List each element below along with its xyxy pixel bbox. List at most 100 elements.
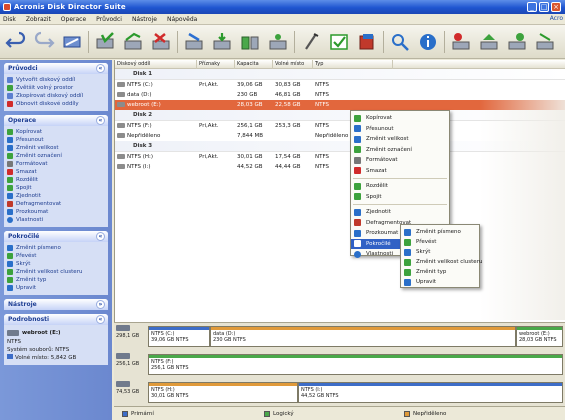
sidebar-item-convert[interactable]: Převést (7, 252, 105, 260)
panel-header[interactable]: Průvodci « (4, 63, 108, 74)
ctx-unify[interactable]: Zjednotit (351, 207, 449, 218)
sub-change-letter[interactable]: Změnit písmeno (401, 227, 479, 237)
settings-icon[interactable] (505, 30, 529, 54)
menu-zobrazit[interactable]: Zobrazit (26, 16, 51, 23)
partition-block[interactable]: NTFS (F:) 256,1 GB NTFS (148, 354, 563, 375)
sidebar-item-merge[interactable]: Spojit (7, 184, 105, 192)
partition-block[interactable]: NTFS (H:) 30,01 GB NTFS (148, 382, 298, 403)
hide-icon[interactable] (327, 30, 351, 54)
sidebar-item-create-partition[interactable]: Vytvořit diskový oddíl (7, 76, 105, 84)
delete-icon[interactable] (149, 30, 173, 54)
table-row-selected[interactable]: webroot (E:) 28,03 GB 22,58 GB NTFS (115, 100, 565, 110)
wizard-icon[interactable] (449, 30, 473, 54)
col-type[interactable]: Typ (313, 60, 393, 69)
format-icon[interactable] (299, 30, 323, 54)
sidebar-item-copy-partition[interactable]: Zkopírovat diskový oddíl (7, 92, 105, 100)
menu-pruvodci[interactable]: Průvodci (96, 16, 122, 23)
col-capacity[interactable]: Kapacita (235, 60, 273, 69)
explore-icon[interactable] (355, 30, 379, 54)
search-icon[interactable] (388, 30, 412, 54)
disk-group-header[interactable]: Disk 2 (115, 110, 565, 121)
disk-map-row[interactable]: 298,1 GB NTFS (C:) 39,06 GB NTFS data (D:… (114, 323, 565, 350)
col-flags[interactable]: Příznaky (197, 60, 235, 69)
ctx-delete[interactable]: Smazat (351, 166, 449, 177)
close-button[interactable]: × (551, 2, 561, 12)
table-row[interactable]: NTFS (I:) 44,52 GB 44,44 GB NTFS (115, 162, 565, 172)
sidebar-item-split[interactable]: Rozdělit (7, 176, 105, 184)
sidebar-item-recover-partitions[interactable]: Obnovit diskové oddíly (7, 100, 105, 108)
sidebar-item-properties[interactable]: Vlastnosti (7, 216, 105, 224)
ctx-merge[interactable]: Spojit (351, 192, 449, 203)
sidebar-item-edit[interactable]: Upravit (7, 284, 105, 292)
undo-icon[interactable] (4, 30, 28, 54)
sidebar-item-resize[interactable]: Změnit velikost (7, 144, 105, 152)
panel-header[interactable]: Pokročilé « (4, 231, 108, 242)
wizard2-icon[interactable] (533, 30, 557, 54)
table-row[interactable]: NTFS (C:) Pri,Akt. 39,06 GB 30,83 GB NTF… (115, 80, 565, 90)
commit-icon[interactable] (60, 30, 84, 54)
resize-icon[interactable] (182, 30, 206, 54)
sidebar-item-explore[interactable]: Prozkoumat (7, 208, 105, 216)
ctx-format[interactable]: Formátovat (351, 155, 449, 166)
table-row[interactable]: NTFS (F:) Pri,Akt. 256,1 GB 253,3 GB NTF… (115, 121, 565, 131)
collapse-icon[interactable]: « (96, 116, 105, 125)
sub-convert[interactable]: Převést (401, 237, 479, 247)
check-disk-icon[interactable] (93, 30, 117, 54)
copy-icon[interactable] (121, 30, 145, 54)
partition-block[interactable]: data (D:) 230 GB NTFS (210, 326, 516, 347)
disk-group-header[interactable]: Disk 3 (115, 141, 565, 152)
merge-icon[interactable] (266, 30, 290, 54)
sub-hide[interactable]: Skrýt (401, 247, 479, 257)
split-icon[interactable] (238, 30, 262, 54)
ctx-label[interactable]: Změnit označení (351, 145, 449, 156)
panel-header[interactable]: Operace « (4, 115, 108, 126)
sidebar-item-cluster-size[interactable]: Změnit velikost clusteru (7, 268, 105, 276)
sidebar-item-copy[interactable]: Kopírovat (7, 128, 105, 136)
table-row[interactable]: Nepřiděleno 7,844 MB Nepřiděleno (115, 131, 565, 141)
partition-block[interactable]: NTFS (C:) 39,06 GB NTFS (148, 326, 210, 347)
disk-map-row[interactable]: 256,1 GB NTFS (F:) 256,1 GB NTFS (114, 351, 565, 378)
acronis-help-link[interactable]: Acro (550, 15, 563, 22)
sidebar-item-defragment[interactable]: Defragmentovat (7, 200, 105, 208)
disk-group-header[interactable]: Disk 1 (115, 69, 565, 80)
collapse-icon[interactable]: « (96, 64, 105, 73)
menu-nastroje[interactable]: Nástroje (132, 16, 157, 23)
ctx-split[interactable]: Rozdělit (351, 181, 449, 192)
menu-napoveda[interactable]: Nápověda (167, 16, 197, 23)
expand-icon[interactable]: » (96, 300, 105, 309)
sidebar-item-format[interactable]: Formátovat (7, 160, 105, 168)
info-icon[interactable] (416, 30, 440, 54)
panel-header[interactable]: Nástroje » (4, 299, 108, 310)
ctx-copy[interactable]: Kopírovat (351, 113, 449, 124)
maximize-button[interactable]: □ (539, 2, 549, 12)
panel-header[interactable]: Podrobnosti « (4, 314, 108, 325)
col-partition[interactable]: Diskový oddíl (115, 60, 197, 69)
menu-disk[interactable]: Disk (3, 16, 16, 23)
collapse-icon[interactable]: « (96, 232, 105, 241)
partition-block[interactable]: NTFS (I:) 44,52 GB NTFS (298, 382, 563, 403)
redo-icon[interactable] (32, 30, 56, 54)
minimize-button[interactable]: _ (527, 2, 537, 12)
table-row[interactable]: NTFS (H:) Pri,Akt. 30,01 GB 17,54 GB NTF… (115, 152, 565, 162)
sidebar-item-unify[interactable]: Zjednotit (7, 192, 105, 200)
menu-operace[interactable]: Operace (61, 16, 86, 23)
partition-block[interactable]: webroot (E:) 28,03 GB NTFS (516, 326, 563, 347)
sub-cluster-size[interactable]: Změnit velikost clusteru (401, 257, 482, 267)
disk-map-row[interactable]: 74,53 GB NTFS (H:) 30,01 GB NTFS NTFS (I:… (114, 379, 565, 406)
collapse-icon[interactable]: « (96, 315, 105, 324)
sidebar-item-label[interactable]: Změnit označení (7, 152, 105, 160)
recovery-icon[interactable] (477, 30, 501, 54)
ctx-move[interactable]: Přesunout (351, 124, 449, 135)
sidebar-item-change-letter[interactable]: Změnit písmeno (7, 244, 105, 252)
sub-change-type[interactable]: Změnit typ (401, 267, 479, 277)
sidebar-item-hide[interactable]: Skrýt (7, 260, 105, 268)
sidebar-item-delete[interactable]: Smazat (7, 168, 105, 176)
col-free[interactable]: Volné místo (273, 60, 313, 69)
sidebar-item-increase-space[interactable]: Zvětšit volný prostor (7, 84, 105, 92)
sidebar-item-change-type[interactable]: Změnit typ (7, 276, 105, 284)
sub-edit[interactable]: Upravit (401, 277, 479, 287)
table-row[interactable]: data (D:) 230 GB 46,81 GB NTFS (115, 90, 565, 100)
convert-icon[interactable] (210, 30, 234, 54)
sidebar-item-move[interactable]: Přesunout (7, 136, 105, 144)
ctx-resize[interactable]: Změnit velikost (351, 134, 449, 145)
